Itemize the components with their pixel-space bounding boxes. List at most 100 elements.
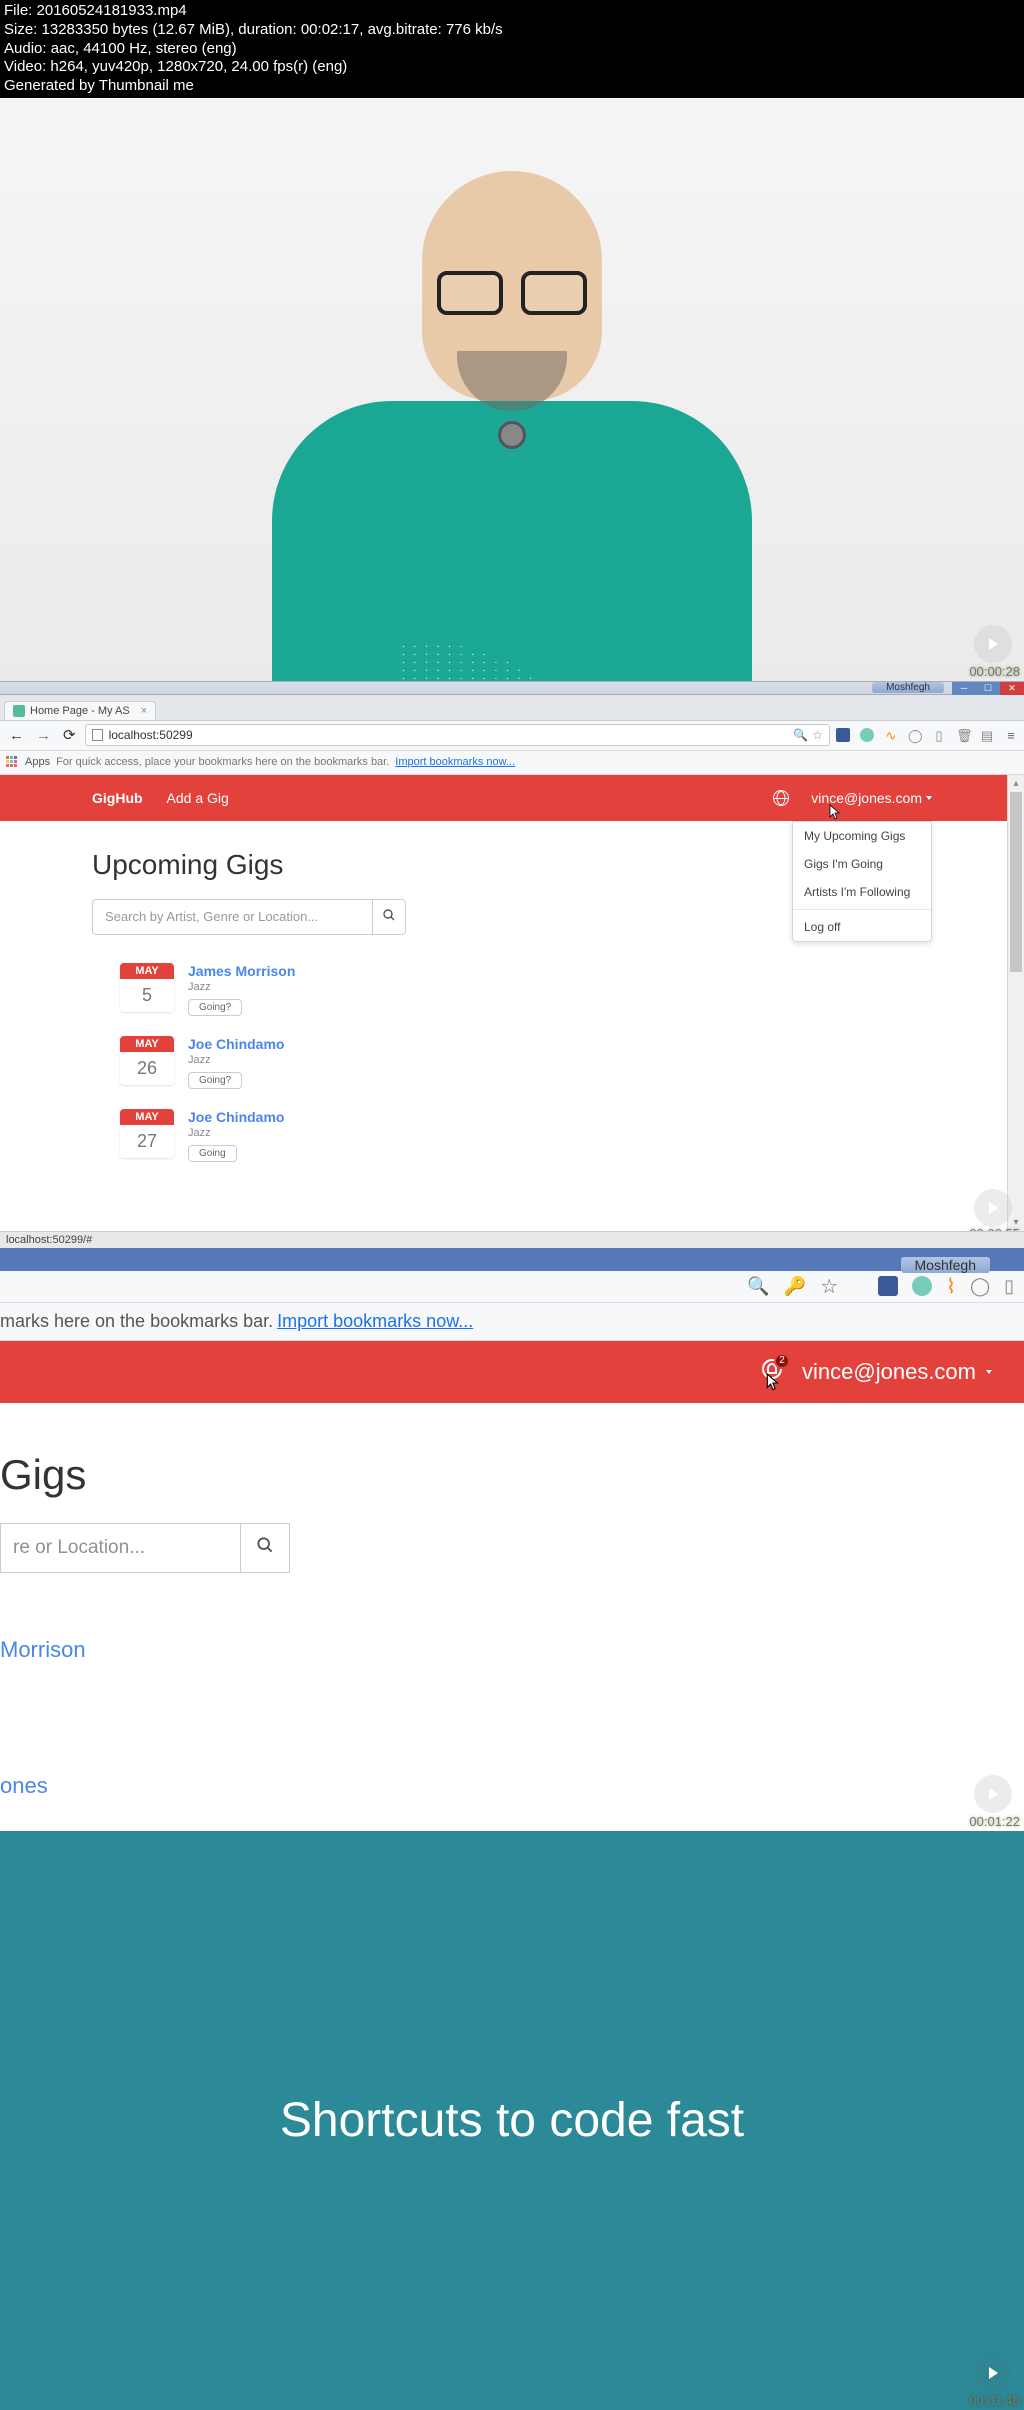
ext-icon-5[interactable]: 🗑	[956, 728, 970, 742]
forward-button[interactable]: →	[33, 727, 54, 744]
slide-title: Shortcuts to code fast	[280, 2093, 744, 2148]
scrollbar[interactable]: ▴ ▾	[1007, 775, 1024, 1231]
user-email: vince@jones.com	[811, 790, 922, 806]
play-icon[interactable]	[974, 2354, 1012, 2392]
ext-icon-6[interactable]: ▤	[980, 728, 994, 742]
date-badge: MAY 5	[120, 963, 174, 1012]
video-thumbnail-1: . . . . . .. . . . . . . .. . . . . . . …	[0, 98, 1024, 681]
gig-artist-partial[interactable]: ones	[0, 1773, 1024, 1799]
gig-artist[interactable]: Joe Chindamo	[188, 1036, 284, 1052]
play-icon[interactable]	[974, 1775, 1012, 1813]
import-bookmarks-link[interactable]: Import bookmarks now...	[395, 756, 515, 768]
menu-icon[interactable]: ≡	[1004, 728, 1018, 742]
page-content-zoomed: Gigs Morrison ones	[0, 1403, 1024, 1799]
star-icon[interactable]: ☆	[812, 728, 823, 742]
going-button[interactable]: Going?	[188, 1072, 242, 1089]
zoom-icon[interactable]: 🔍	[793, 728, 808, 742]
menu-upcoming-gigs[interactable]: My Upcoming Gigs	[793, 822, 931, 850]
key-icon[interactable]: 🔑	[784, 1276, 806, 1297]
scroll-up-icon[interactable]: ▴	[1008, 775, 1024, 792]
browser-tab[interactable]: Home Page - My AS ×	[4, 701, 156, 720]
tab-title: Home Page - My AS	[30, 705, 130, 717]
ext-icon-2[interactable]	[860, 728, 874, 742]
date-month: MAY	[120, 963, 174, 979]
cursor-icon	[766, 1373, 782, 1399]
menu-artists-following[interactable]: Artists I'm Following	[793, 878, 931, 906]
ext-icon-1[interactable]	[836, 728, 850, 742]
search-button[interactable]	[240, 1523, 290, 1573]
menu-logoff[interactable]: Log off	[793, 913, 931, 941]
caret-down-icon	[986, 1370, 992, 1374]
ext-icon-1[interactable]	[878, 1276, 898, 1296]
timestamp-4: 00:01:48	[969, 2393, 1020, 2408]
status-bar: localhost:50299/#	[0, 1231, 1024, 1248]
ext-icon-4[interactable]: ▯	[932, 728, 946, 742]
window-user-label: Moshfegh	[901, 1257, 990, 1273]
address-bar-row: ← → ⟳ localhost:50299 🔍 ☆ ∿ ◯ ▯ 🗑 ▤ ≡	[0, 721, 1024, 751]
reload-button[interactable]: ⟳	[60, 726, 79, 744]
meta-generated: Generated by Thumbnail me	[4, 77, 1020, 96]
gig-item: MAY 27 Joe Chindamo Jazz Going	[120, 1109, 932, 1162]
rss-icon[interactable]: ⌇	[946, 1274, 956, 1299]
date-month: MAY	[120, 1036, 174, 1052]
ext-icon-3[interactable]: ◯	[908, 728, 922, 742]
presenter-figure: . . . . . .. . . . . . . .. . . . . . . …	[232, 141, 792, 681]
search-input[interactable]	[0, 1523, 240, 1573]
zoom-icon[interactable]: 🔍	[747, 1276, 769, 1297]
video-metadata: File: 20160524181933.mp4 Size: 13283350 …	[0, 0, 1024, 98]
bookmarks-hint: For quick access, place your bookmarks h…	[56, 756, 389, 768]
ext-icon-4[interactable]: ▯	[1004, 1276, 1014, 1297]
globe-icon[interactable]	[773, 790, 789, 806]
tab-favicon	[13, 705, 25, 717]
status-text: localhost:50299/#	[6, 1234, 92, 1246]
gig-artist[interactable]: James Morrison	[188, 963, 295, 979]
gig-list: MAY 5 James Morrison Jazz Going? MAY 26 …	[120, 963, 932, 1162]
gig-genre: Jazz	[188, 981, 295, 993]
play-icon[interactable]	[974, 1189, 1012, 1227]
gig-genre: Jazz	[188, 1127, 284, 1139]
add-gig-link[interactable]: Add a Gig	[167, 790, 229, 806]
gig-artist[interactable]: Joe Chindamo	[188, 1109, 284, 1125]
apps-label[interactable]: Apps	[25, 756, 50, 768]
window-titlebar: Moshfegh ─ ☐ ✕	[0, 681, 1024, 695]
date-day: 5	[120, 979, 174, 1012]
search-input[interactable]	[92, 899, 372, 935]
window-maximize-button[interactable]: ☐	[976, 682, 1000, 695]
video-thumbnail-3: Moshfegh 🔍 🔑 ☆ ⌇ ◯ ▯ marks here on the b…	[0, 1257, 1024, 1831]
window-user-label: Moshfegh	[872, 682, 944, 693]
cursor-icon	[829, 804, 843, 822]
notifications-button[interactable]: 2	[762, 1359, 782, 1385]
search-button[interactable]	[372, 899, 406, 935]
ext-icon-3[interactable]: ◯	[970, 1276, 990, 1297]
scroll-thumb[interactable]	[1010, 792, 1022, 972]
menu-gigs-going[interactable]: Gigs I'm Going	[793, 850, 931, 878]
window-close-button[interactable]: ✕	[1000, 682, 1024, 695]
going-button[interactable]: Going?	[188, 999, 242, 1016]
brand-logo[interactable]: GigHub	[92, 790, 143, 806]
user-dropdown-toggle[interactable]: vince@jones.com	[802, 1359, 992, 1385]
gig-artist-partial[interactable]: Morrison	[0, 1637, 1024, 1663]
meta-audio: Audio: aac, 44100 Hz, stereo (eng)	[4, 40, 1020, 59]
date-badge: MAY 26	[120, 1036, 174, 1085]
app-navbar: GigHub Add a Gig vince@jones.com My Upco…	[0, 775, 1024, 821]
date-badge: MAY 27	[120, 1109, 174, 1158]
user-email: vince@jones.com	[802, 1359, 976, 1385]
rss-icon[interactable]: ∿	[884, 728, 898, 742]
back-button[interactable]: ←	[6, 727, 27, 744]
gig-item: MAY 26 Joe Chindamo Jazz Going?	[120, 1036, 932, 1089]
notification-count: 2	[774, 1353, 790, 1369]
window-minimize-button[interactable]: ─	[952, 682, 976, 695]
bookmarks-hint: marks here on the bookmarks bar.	[0, 1311, 273, 1332]
going-button[interactable]: Going	[188, 1145, 237, 1162]
meta-file: File: 20160524181933.mp4	[4, 2, 1020, 21]
play-icon[interactable]	[974, 625, 1012, 663]
tab-bar: Home Page - My AS ×	[0, 695, 1024, 721]
address-bar[interactable]: localhost:50299 🔍 ☆	[85, 724, 830, 746]
tab-close-icon[interactable]: ×	[141, 705, 147, 717]
search-icon	[257, 1537, 273, 1553]
apps-icon[interactable]	[6, 756, 19, 769]
import-bookmarks-link[interactable]: Import bookmarks now...	[277, 1311, 473, 1332]
ext-icon-2[interactable]	[912, 1276, 932, 1296]
date-day: 27	[120, 1125, 174, 1158]
star-icon[interactable]: ☆	[820, 1274, 838, 1299]
